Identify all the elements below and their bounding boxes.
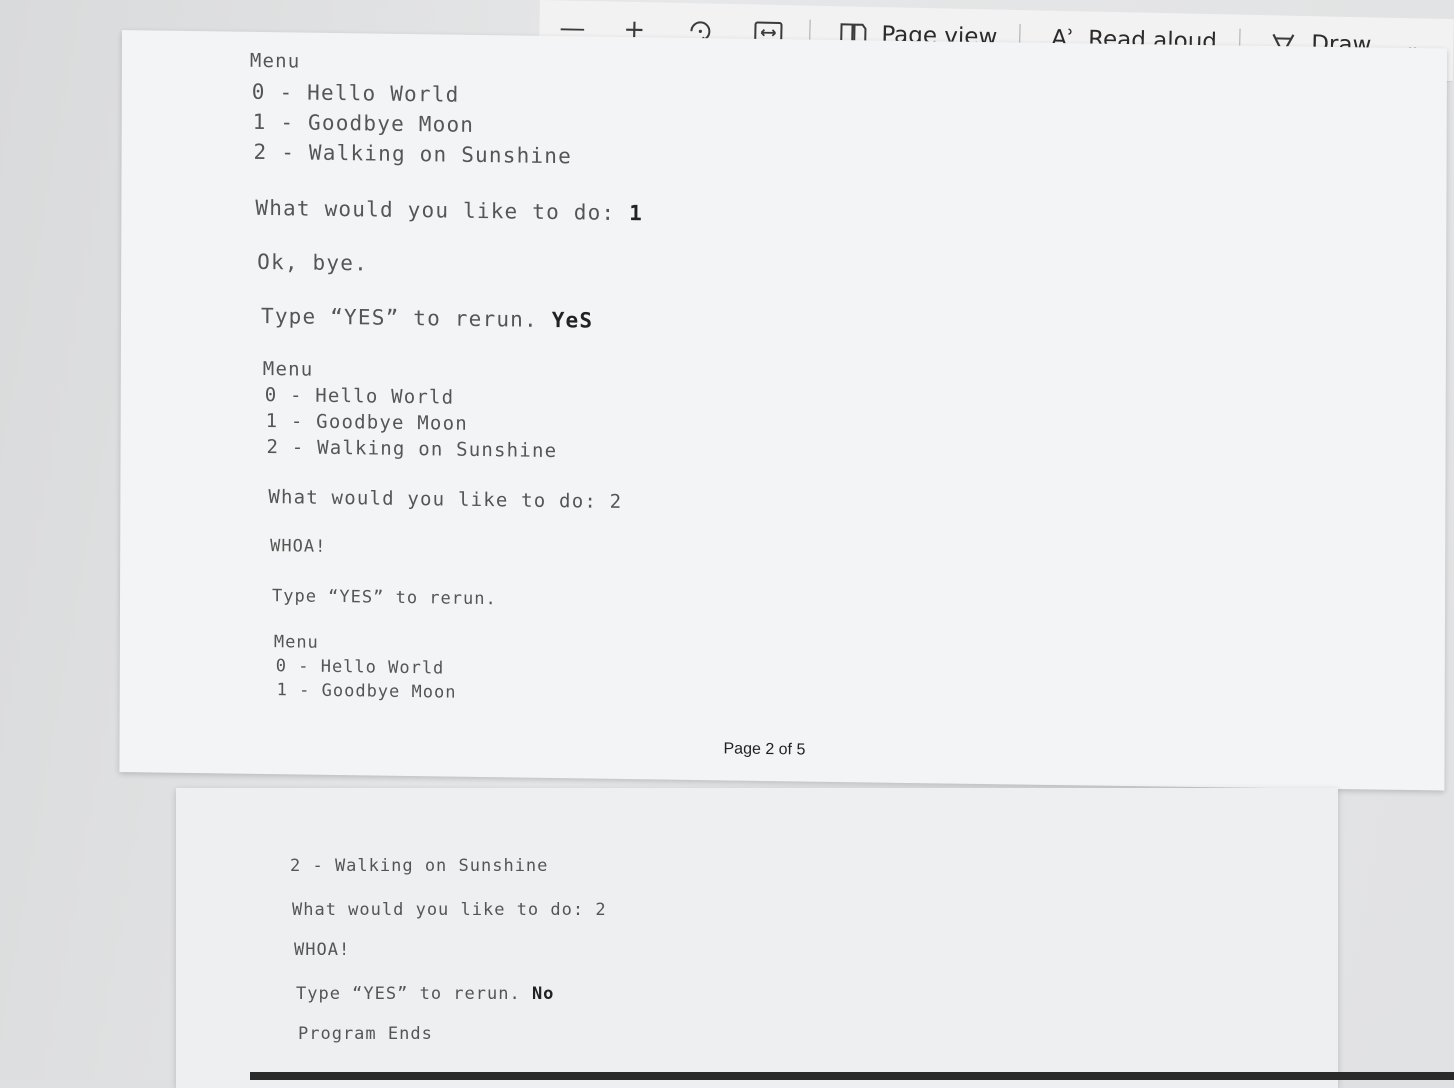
page-number: Page 2 of 5 [723,740,806,759]
console-line: Type “YES” to rerun. No [296,984,555,1004]
user-input: No [531,984,555,1004]
console-line: WHOA! [294,940,351,960]
console-line: 2 - Walking on Sunshine [266,436,558,463]
document-page-2: Menu 0 - Hello World 1 - Goodbye Moon 2 … [119,30,1447,791]
console-line: What would you like to do: 2 [292,900,607,920]
console-line: 2 - Walking on Sunshine [253,139,573,169]
console-line: Menu [273,632,319,653]
console-line: What would you like to do: 1 [255,195,644,226]
console-line: 0 - Hello World [275,656,445,679]
console-line: 1 - Goodbye Moon [265,410,468,435]
user-input: 1 [629,201,644,226]
console-line: Program Ends [298,1024,433,1044]
console-line: 0 - Hello World [251,79,460,107]
console-line: 1 - Goodbye Moon [276,680,457,703]
document-page-3: 2 - Walking on Sunshine What would you l… [176,788,1338,1088]
console-line: 2 - Walking on Sunshine [290,856,549,876]
console-line: Menu [262,357,314,381]
user-input: YeS [551,308,594,333]
console-line: 1 - Goodbye Moon [252,109,475,137]
console-line: Type “YES” to rerun. YeS [260,303,594,333]
console-line: Menu [249,49,301,73]
console-line: 0 - Hello World [264,383,455,409]
console-line: Ok, bye. [257,249,368,276]
console-line: Type “YES” to rerun. [271,586,497,610]
console-line: WHOA! [270,536,327,557]
taskbar-edge [250,1072,1454,1080]
console-line: What would you like to do: 2 [268,486,623,513]
